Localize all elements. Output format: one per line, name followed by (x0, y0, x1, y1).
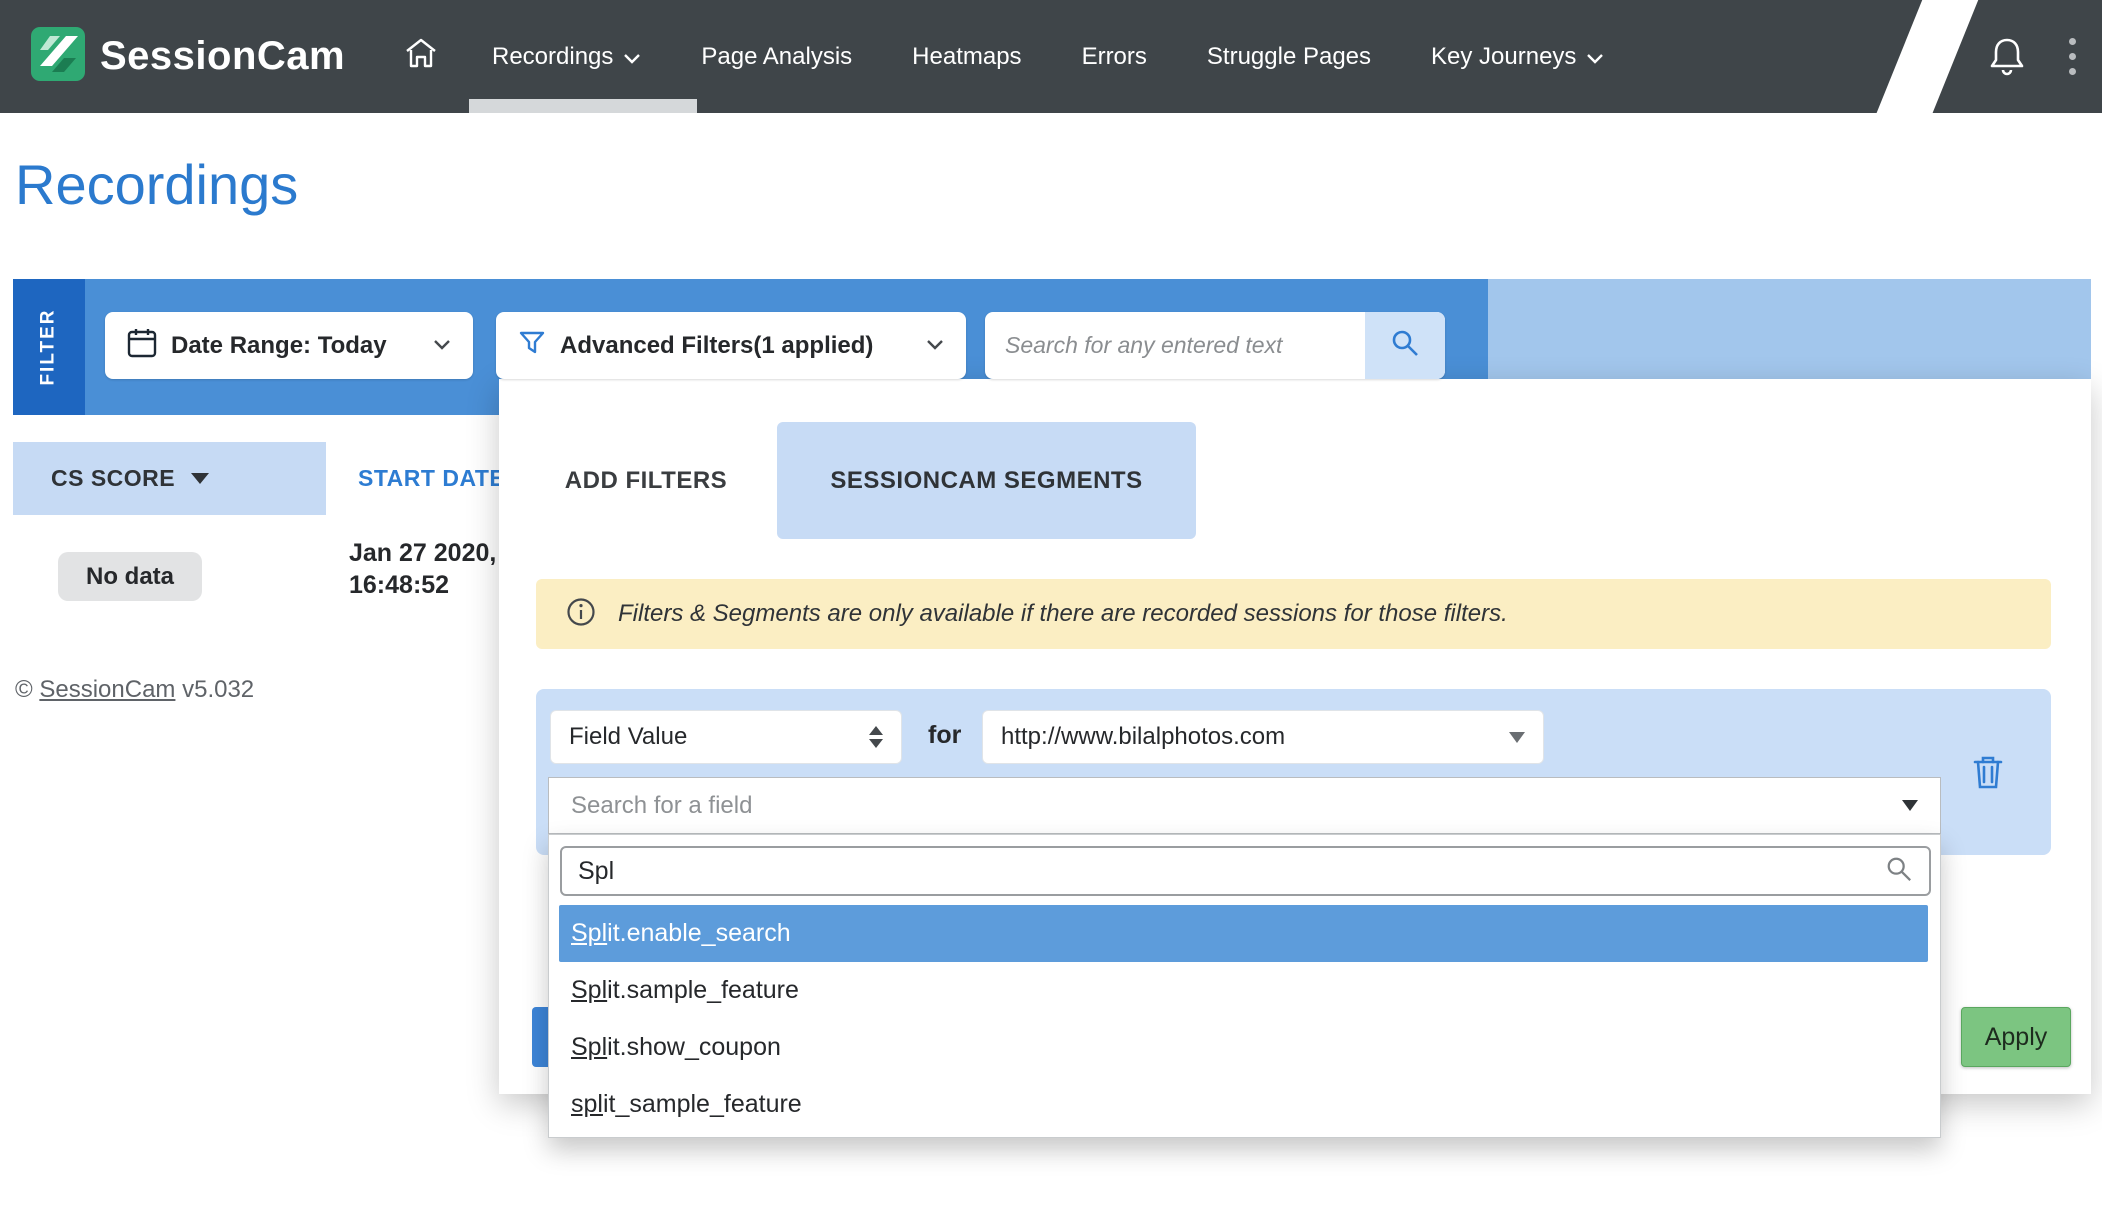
trash-icon (1971, 778, 2005, 795)
column-header-cs-score[interactable]: CS SCORE (13, 442, 326, 515)
advanced-filters-button[interactable]: Advanced Filters(1 applied) (496, 312, 966, 379)
nav-item-page-analysis[interactable]: Page Analysis (671, 0, 882, 113)
nav-active-indicator (469, 99, 697, 113)
brand-name: SessionCam (100, 34, 345, 79)
page-title: Recordings (15, 152, 298, 217)
site-select-value: http://www.bilalphotos.com (1001, 723, 1285, 751)
bell-icon (1988, 65, 2026, 82)
funnel-icon (518, 329, 546, 362)
nav-item-label: Heatmaps (912, 43, 1021, 71)
info-banner: Filters & Segments are only available if… (536, 579, 2051, 649)
search-icon (1885, 855, 1913, 888)
chevron-down-icon (433, 337, 451, 355)
nav-item-recordings[interactable]: Recordings (462, 0, 671, 113)
field-type-value: Field Value (569, 723, 687, 751)
tab-add-filters[interactable]: ADD FILTERS (536, 422, 756, 539)
nav-home[interactable] (380, 0, 462, 113)
sort-desc-icon (191, 473, 209, 484)
calendar-icon (127, 327, 157, 364)
field-search-input[interactable] (578, 857, 1885, 886)
field-search-placeholder: Search for a field (571, 792, 752, 820)
field-type-select[interactable]: Field Value (550, 710, 902, 764)
field-search-combobox[interactable]: Search for a field (548, 777, 1941, 834)
nav-item-label: Page Analysis (701, 43, 852, 71)
nav-item-label: Struggle Pages (1207, 43, 1371, 71)
advanced-filters-panel: ADD FILTERS SESSIONCAM SEGMENTS Filters … (499, 379, 2091, 1094)
cs-score-badge: No data (58, 552, 202, 601)
filter-vertical-tab[interactable]: FILTER (13, 279, 85, 415)
start-date-header-label: START DATE (358, 465, 505, 492)
overflow-menu-button[interactable] (2069, 38, 2076, 75)
quick-search (985, 312, 1445, 379)
advanced-filters-label: Advanced Filters(1 applied) (560, 332, 873, 360)
top-navbar: SessionCam Recordings Page Analysis Heat… (0, 0, 2102, 113)
nav-items: Recordings Page Analysis Heatmaps Errors… (380, 0, 1634, 113)
notifications-button[interactable] (1988, 36, 2026, 83)
kebab-dot (2069, 53, 2076, 60)
start-date-line2: 16:48:52 (349, 569, 496, 601)
tab-sessioncam-segments[interactable]: SESSIONCAM SEGMENTS (777, 422, 1196, 539)
field-search-box (560, 846, 1931, 896)
home-icon (404, 37, 438, 76)
field-options-list: Split.enable_search Split.sample_feature… (549, 905, 1940, 1133)
site-select[interactable]: http://www.bilalphotos.com (982, 710, 1544, 764)
navbar-diagonal-divider (1870, 0, 1983, 130)
cs-score-header-label: CS SCORE (51, 465, 175, 492)
brand[interactable]: SessionCam (30, 0, 345, 113)
field-option[interactable]: split_sample_feature (559, 1076, 1928, 1133)
dropdown-caret-icon (1509, 732, 1525, 743)
info-icon (566, 597, 596, 632)
nav-item-label: Errors (1082, 43, 1147, 71)
footer: © SessionCam v5.032 (15, 676, 254, 704)
delete-filter-button[interactable] (1971, 753, 2005, 796)
sessioncam-footer-link[interactable]: SessionCam (39, 676, 175, 703)
start-date-value: Jan 27 2020, 16:48:52 (349, 537, 496, 601)
field-option[interactable]: Split.show_coupon (559, 1019, 1928, 1076)
filter-tab-label: FILTER (38, 308, 60, 385)
nav-item-errors[interactable]: Errors (1052, 0, 1177, 113)
field-option[interactable]: Split.enable_search (559, 905, 1928, 962)
chevron-down-icon (926, 337, 944, 355)
nav-item-key-journeys[interactable]: Key Journeys (1401, 0, 1634, 113)
date-range-button[interactable]: Date Range: Today (105, 312, 473, 379)
start-date-line1: Jan 27 2020, (349, 537, 496, 569)
for-label: for (928, 721, 961, 750)
quick-search-input[interactable] (985, 332, 1365, 359)
up-down-arrows-icon (869, 726, 883, 748)
field-options-dropdown: Split.enable_search Split.sample_feature… (548, 834, 1941, 1138)
search-icon (1390, 328, 1420, 363)
version-label: v5.032 (175, 676, 254, 703)
nav-item-label: Recordings (492, 43, 613, 71)
field-option[interactable]: Split.sample_feature (559, 962, 1928, 1019)
chevron-down-icon (623, 43, 641, 71)
kebab-dot (2069, 68, 2076, 75)
nav-item-heatmaps[interactable]: Heatmaps (882, 0, 1051, 113)
copyright-symbol: © (15, 676, 39, 703)
chevron-down-icon (1586, 43, 1604, 71)
kebab-dot (2069, 38, 2076, 45)
sessioncam-logo-icon (30, 26, 86, 87)
dropdown-caret-icon (1902, 800, 1918, 811)
apply-button[interactable]: Apply (1961, 1007, 2071, 1067)
info-banner-text: Filters & Segments are only available if… (618, 600, 1508, 628)
nav-item-struggle-pages[interactable]: Struggle Pages (1177, 0, 1401, 113)
nav-item-label: Key Journeys (1431, 43, 1576, 71)
date-range-label: Date Range: Today (171, 332, 387, 360)
quick-search-button[interactable] (1365, 312, 1445, 379)
